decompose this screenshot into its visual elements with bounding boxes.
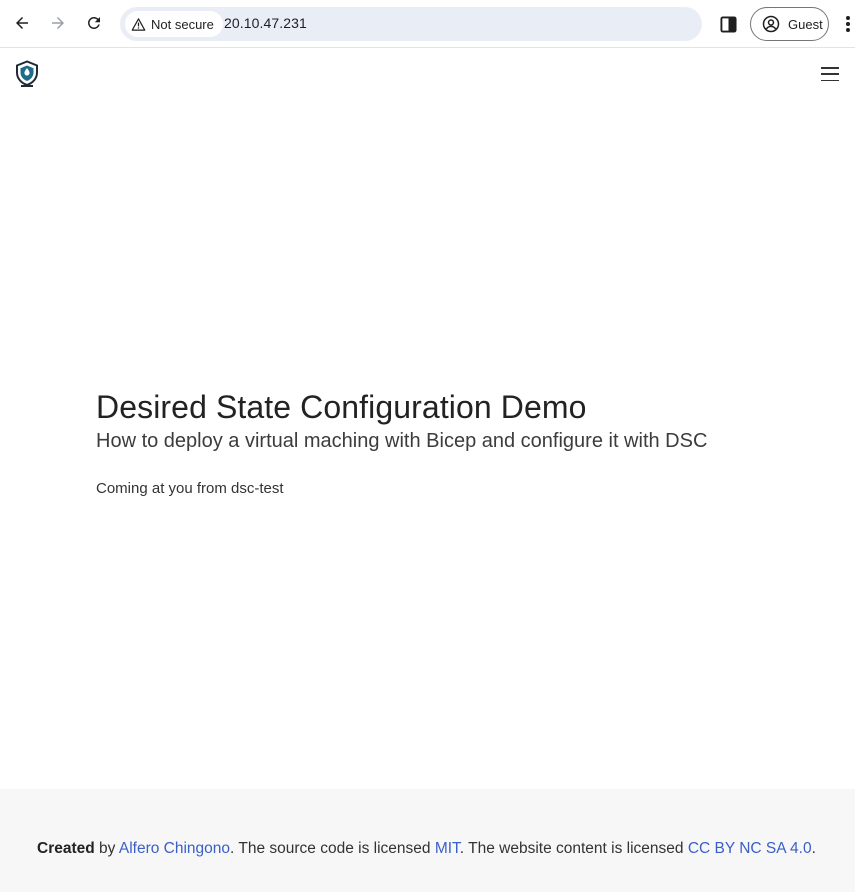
footer-created-label: Created — [37, 840, 95, 857]
side-panel-icon — [719, 15, 737, 33]
url-text[interactable]: 20.10.47.231 — [224, 15, 307, 31]
kebab-menu-icon — [846, 16, 850, 32]
forward-arrow-icon — [52, 17, 64, 29]
hamburger-menu-icon-line — [821, 73, 839, 75]
page-subtitle: How to deploy a virtual maching with Bic… — [96, 430, 708, 452]
cc-license-link[interactable]: CC BY NC SA 4.0 — [688, 840, 812, 857]
address-bar[interactable]: Not secure 20.10.47.231 — [120, 7, 702, 41]
profile-button[interactable]: Guest — [750, 7, 829, 41]
hamburger-menu-button[interactable] — [819, 64, 841, 84]
security-label: Not secure — [151, 16, 214, 32]
reload-button[interactable] — [79, 8, 109, 38]
author-link[interactable]: Alfero Chingono — [119, 840, 230, 857]
back-button[interactable] — [7, 8, 37, 38]
warning-icon — [131, 17, 146, 31]
footer-source-text: . The source code is licensed — [230, 840, 435, 857]
forward-button[interactable] — [43, 8, 73, 38]
site-logo[interactable] — [14, 60, 40, 88]
reload-icon — [87, 16, 100, 29]
host-line: Coming at you from dsc-test — [96, 480, 284, 497]
back-arrow-icon — [16, 17, 28, 29]
footer-by-text: by — [94, 840, 119, 857]
hamburger-menu-icon — [821, 67, 839, 69]
page-title: Desired State Configuration Demo — [96, 389, 587, 425]
browser-toolbar: Not secure 20.10.47.231 Guest — [0, 0, 855, 48]
account-circle-icon — [762, 15, 780, 33]
browser-menu-button[interactable] — [840, 10, 855, 38]
footer-credits: Created by Alfero Chingono. The source c… — [37, 840, 816, 858]
mit-license-link[interactable]: MIT — [435, 840, 460, 857]
site-logo-icon — [16, 60, 38, 87]
site-footer: Created by Alfero Chingono. The source c… — [0, 789, 855, 892]
footer-content-text: . The website content is licensed — [459, 840, 688, 857]
hamburger-menu-icon-line — [821, 79, 839, 81]
footer-end-text: . — [811, 840, 816, 857]
security-chip[interactable]: Not secure — [125, 11, 223, 37]
profile-label: Guest — [788, 16, 823, 32]
side-panel-button[interactable] — [713, 9, 743, 39]
